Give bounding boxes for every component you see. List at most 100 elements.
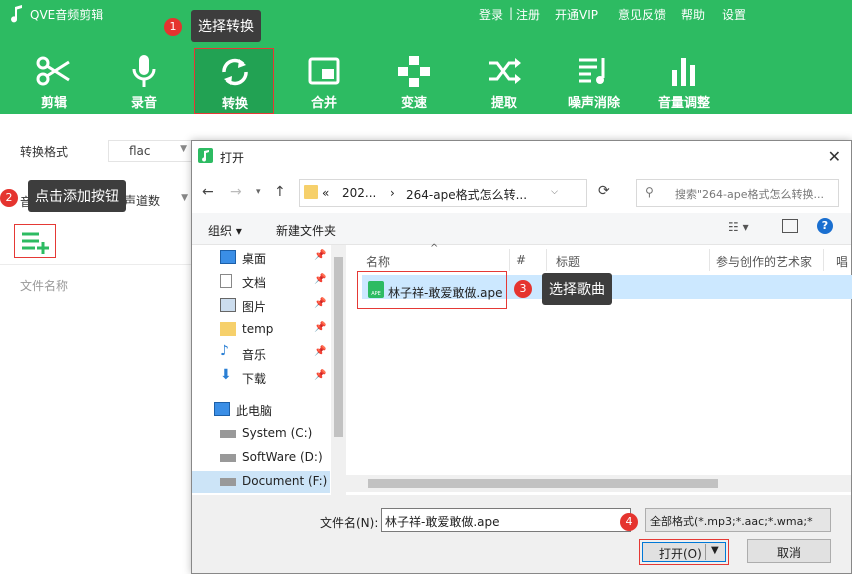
- extract-icon: [489, 58, 521, 84]
- file-list-hscrollbar[interactable]: [346, 475, 851, 492]
- new-folder-button[interactable]: 新建文件夹: [276, 222, 336, 239]
- step2-badge: 2: [0, 189, 18, 207]
- view-options-icon[interactable]: ☷ ▾: [728, 220, 749, 234]
- nav-item-music[interactable]: ♪ 音乐 📌: [192, 343, 330, 365]
- search-placeholder: 搜索"264-ape格式怎么转换...: [675, 188, 825, 201]
- microphone-icon: [132, 55, 156, 87]
- channel-select[interactable]: 声道数 ▼: [118, 190, 192, 210]
- tool-extract[interactable]: 提取: [464, 44, 544, 114]
- dialog-navbar: ← → ▾ ↑ « 202... › 264-ape格式怎么转... ⌵ ⟳ ⚲…: [192, 171, 851, 213]
- tool-volume[interactable]: 音量调整: [644, 44, 724, 114]
- open-button[interactable]: 打开(O) ▼: [642, 542, 726, 562]
- nav-item-temp[interactable]: temp 📌: [192, 319, 330, 341]
- tool-cut[interactable]: 剪辑: [14, 44, 94, 114]
- vip-link[interactable]: 开通VIP: [555, 6, 598, 23]
- refresh-icon[interactable]: ⟳: [598, 183, 610, 199]
- column-divider: [823, 249, 824, 271]
- nav-item-label: 文档: [242, 276, 267, 290]
- format-select[interactable]: flac ▼: [108, 140, 192, 162]
- address-bar[interactable]: « 202... › 264-ape格式怎么转... ⌵: [299, 179, 587, 207]
- open-button-label: 打开(O): [659, 547, 702, 561]
- ape-file-icon: APE: [368, 281, 384, 298]
- settings-link[interactable]: 设置: [722, 6, 746, 23]
- nav-item-label: temp: [242, 322, 274, 336]
- feedback-link[interactable]: 意见反馈: [618, 6, 666, 23]
- nav-item-documents[interactable]: 文档 📌: [192, 271, 330, 293]
- nav-item-label: SoftWare (D:): [242, 450, 323, 464]
- search-input[interactable]: ⚲ 搜索"264-ape格式怎么转换...: [636, 179, 839, 207]
- volume-icon: [672, 58, 695, 86]
- drive-icon: [220, 478, 236, 486]
- chevron-down-icon: ▼: [181, 193, 188, 203]
- channel-value: 声道数: [124, 194, 161, 208]
- help-icon[interactable]: ?: [817, 218, 833, 234]
- tool-noise[interactable]: 噪声消除: [554, 44, 634, 114]
- nav-item-label: 桌面: [242, 252, 267, 266]
- filename-input[interactable]: 林子祥-敢爱敢做.ape: [381, 508, 631, 532]
- preview-pane-icon[interactable]: [782, 219, 798, 233]
- pin-icon: 📌: [314, 370, 327, 381]
- tool-label: 转换: [221, 97, 248, 112]
- column-divider: [509, 249, 510, 271]
- recent-dropdown-icon[interactable]: ▾: [256, 187, 261, 197]
- close-icon[interactable]: ✕: [828, 147, 841, 166]
- file-name[interactable]: 林子祥-敢爱敢做.ape: [388, 284, 503, 301]
- nav-item-drive-f[interactable]: Document (F:): [192, 471, 330, 493]
- tool-bar: 剪辑 录音 转换 合并 变速 提取 噪声消除 音量调整: [0, 44, 852, 114]
- tool-convert[interactable]: 转换: [194, 48, 274, 114]
- tool-label: 合并: [310, 96, 337, 111]
- nav-item-this-pc[interactable]: 此电脑: [192, 399, 330, 421]
- filename-label: 文件名(N):: [320, 516, 379, 530]
- back-arrow-icon[interactable]: ←: [202, 184, 214, 200]
- step2-callout: 点击添加按钮: [28, 180, 126, 212]
- nav-item-drive-d[interactable]: SoftWare (D:): [192, 447, 330, 469]
- forward-arrow-icon[interactable]: →: [230, 184, 242, 200]
- add-list-icon: [22, 232, 49, 254]
- app-title: QVE音频剪辑: [30, 8, 104, 22]
- computer-icon: [214, 402, 230, 416]
- chevron-down-icon[interactable]: ⌵: [551, 187, 558, 197]
- nav-item-drive-c[interactable]: System (C:): [192, 423, 330, 445]
- nav-item-downloads[interactable]: ⬇ 下载 📌: [192, 367, 330, 389]
- pin-icon: 📌: [314, 298, 327, 309]
- pin-icon: 📌: [314, 322, 327, 333]
- register-link[interactable]: 注册: [516, 6, 540, 23]
- nav-item-desktop[interactable]: 桌面 📌: [192, 247, 330, 269]
- up-arrow-icon[interactable]: ↑: [274, 184, 286, 200]
- scrollbar-thumb[interactable]: [334, 257, 343, 437]
- login-link[interactable]: 登录: [479, 6, 503, 23]
- add-file-button[interactable]: [14, 224, 56, 258]
- tool-merge[interactable]: 合并: [284, 44, 364, 114]
- tool-record[interactable]: 录音: [104, 44, 184, 114]
- filetype-select[interactable]: 全部格式(*.mp3;*.aac;*.wma;*: [645, 508, 831, 532]
- nav-item-label: System (C:): [242, 426, 313, 440]
- title-bar: QVE音频剪辑 登录 | 注册 开通VIP 意见反馈 帮助 设置: [0, 0, 852, 28]
- cancel-button[interactable]: 取消: [747, 539, 831, 563]
- tool-label: 提取: [490, 96, 517, 111]
- app-music-icon: [198, 148, 213, 163]
- drive-icon: [220, 430, 236, 438]
- nav-item-pictures[interactable]: 图片 📌: [192, 295, 330, 317]
- scrollbar-thumb[interactable]: [368, 479, 718, 488]
- folder-icon: [304, 185, 318, 199]
- organize-button[interactable]: 组织 ▾: [208, 222, 242, 239]
- tool-speed[interactable]: 变速: [374, 44, 454, 114]
- format-value: flac: [129, 144, 151, 158]
- chevron-down-icon[interactable]: ▼: [711, 545, 719, 556]
- path-segment[interactable]: 264-ape格式怎么转...: [406, 186, 527, 203]
- drive-icon: [220, 454, 236, 462]
- dialog-titlebar: 打开 ✕: [192, 141, 851, 171]
- filename-column-header: 文件名称: [20, 279, 69, 293]
- path-segment[interactable]: 202...: [342, 186, 376, 200]
- nav-scrollbar[interactable]: [331, 245, 346, 495]
- download-icon: ⬇: [220, 367, 232, 383]
- speed-icon: [398, 56, 430, 87]
- convert-icon: [222, 58, 248, 86]
- music-note-logo-icon: [11, 5, 22, 23]
- tool-label: 剪辑: [40, 96, 67, 111]
- help-link[interactable]: 帮助: [681, 6, 705, 23]
- music-icon: ♪: [220, 343, 229, 359]
- nav-item-label: 此电脑: [236, 404, 273, 418]
- filename-value: 林子祥-敢爱敢做.ape: [385, 515, 500, 529]
- top-bar: QVE音频剪辑 登录 | 注册 开通VIP 意见反馈 帮助 设置 剪辑 录音 转…: [0, 0, 852, 114]
